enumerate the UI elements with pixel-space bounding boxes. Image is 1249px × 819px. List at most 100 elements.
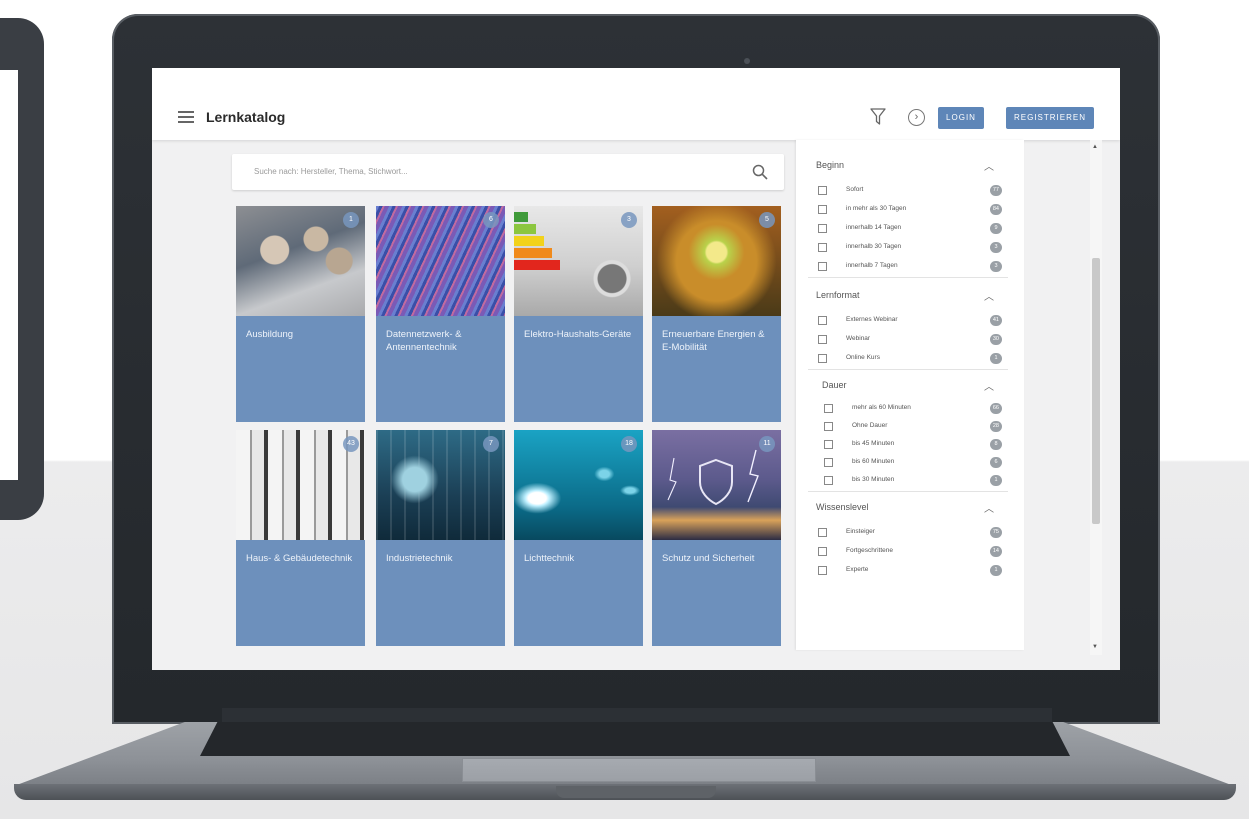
filter-option[interactable]: innerhalb 7 Tagen 3 [818, 260, 1002, 274]
count-badge: 84 [989, 204, 1002, 215]
checkbox[interactable] [824, 476, 833, 485]
register-button[interactable]: REGISTRIEREN [1006, 107, 1094, 129]
filter-option[interactable]: Fortgeschrittene 14 [818, 545, 1002, 559]
filter-option[interactable]: innerhalb 14 Tagen 9 [818, 222, 1002, 236]
count-badge: 30 [989, 334, 1002, 345]
checkbox[interactable] [824, 404, 833, 413]
tablet-device [0, 18, 44, 520]
filter-option[interactable]: in mehr als 30 Tagen 84 [818, 203, 1002, 217]
chevron-right-circle-icon[interactable]: › [908, 109, 925, 126]
filter-section-beginn-title[interactable]: Beginn [816, 160, 844, 170]
filter-option[interactable]: bis 30 Minuten 1 [824, 474, 1002, 488]
category-tile-industrietechnik[interactable]: 7 Industrietechnik [376, 430, 505, 646]
app-bar: Lernkatalog › LOGIN REGISTRIEREN [152, 68, 1120, 140]
login-button[interactable]: LOGIN [938, 107, 984, 129]
filter-option-label: bis 30 Minuten [852, 476, 895, 483]
chevron-up-icon[interactable]: ︿ [984, 288, 994, 303]
count-badge: 8 [990, 439, 1002, 450]
filter-option-label: mehr als 60 Minuten [852, 404, 911, 411]
count-badge: 1 [990, 565, 1002, 576]
filter-option[interactable]: mehr als 60 Minuten 66 [824, 402, 1002, 416]
filter-option[interactable]: bis 45 Minuten 8 [824, 438, 1002, 452]
filter-option-label: Einsteiger [846, 528, 875, 535]
filter-section-dauer-title[interactable]: Dauer [822, 380, 847, 390]
filter-option[interactable]: innerhalb 30 Tagen 3 [818, 241, 1002, 255]
count-badge: 9 [990, 223, 1002, 234]
scrollbar-thumb[interactable] [1092, 258, 1100, 524]
tile-label: Erneuerbare Energien & E-Mobilität [662, 329, 765, 353]
tile-count-badge: 7 [483, 436, 499, 452]
checkbox[interactable] [818, 528, 827, 537]
category-tile-lichttechnik[interactable]: 18 Lichttechnik [514, 430, 643, 646]
filter-icon[interactable] [870, 108, 886, 126]
filter-option-label: Sofort [846, 186, 864, 193]
checkbox[interactable] [818, 262, 827, 271]
tile-count-badge: 6 [483, 212, 499, 228]
checkbox[interactable] [818, 566, 827, 575]
checkbox[interactable] [824, 422, 833, 431]
filter-option-label: innerhalb 30 Tagen [846, 243, 902, 250]
scroll-up-arrow-icon[interactable]: ▲ [1092, 144, 1098, 150]
count-badge: 77 [989, 185, 1002, 196]
chevron-up-icon[interactable]: ︿ [984, 158, 994, 173]
filter-option[interactable]: Ohne Dauer 28 [824, 420, 1002, 434]
camera-icon [744, 58, 750, 64]
laptop-keyboard [200, 722, 1070, 756]
divider [808, 491, 1008, 492]
category-tile-schutz-sicherheit[interactable]: 11 Schutz und Sicherheit [652, 430, 781, 646]
tile-count-badge: 43 [343, 436, 359, 452]
filter-option[interactable]: Experte 1 [818, 564, 1002, 578]
page-title: Lernkatalog [206, 109, 286, 125]
count-badge: 3 [990, 261, 1002, 272]
checkbox[interactable] [818, 316, 827, 325]
checkbox[interactable] [818, 243, 827, 252]
search-icon[interactable] [752, 164, 768, 180]
filter-option-label: innerhalb 7 Tagen [846, 262, 898, 269]
filter-option-label: Ohne Dauer [852, 422, 888, 429]
tile-label: Elektro-Haushalts-Geräte [524, 329, 632, 340]
filter-option[interactable]: Einsteiger 75 [818, 526, 1002, 540]
divider [808, 369, 1008, 370]
scroll-down-arrow-icon[interactable]: ▼ [1092, 644, 1098, 650]
checkbox[interactable] [824, 440, 833, 449]
divider [808, 277, 1008, 278]
filter-option-label: bis 45 Minuten [852, 440, 895, 447]
tile-label: Haus- & Gebäudetechnik [246, 553, 353, 564]
chevron-up-icon[interactable]: ︿ [984, 378, 994, 393]
filter-option[interactable]: bis 60 Minuten 6 [824, 456, 1002, 470]
search-bar[interactable]: Suche nach: Hersteller, Thema, Stichwort… [232, 154, 784, 190]
tile-label: Lichttechnik [524, 553, 575, 564]
filter-option-label: Experte [846, 566, 869, 573]
checkbox[interactable] [824, 458, 833, 467]
laptop-screen: Lernkatalog › LOGIN REGISTRIEREN Suche n… [152, 68, 1120, 670]
search-input[interactable]: Suche nach: Hersteller, Thema, Stichwort… [254, 167, 408, 176]
category-tile-elektro-haushalt[interactable]: 3 Elektro-Haushalts-Geräte [514, 206, 643, 422]
checkbox[interactable] [818, 224, 827, 233]
checkbox[interactable] [818, 547, 827, 556]
laptop-hinge [222, 708, 1052, 722]
checkbox[interactable] [818, 354, 827, 363]
tile-count-badge: 3 [621, 212, 637, 228]
checkbox[interactable] [818, 335, 827, 344]
filter-option[interactable]: Sofort 77 [818, 184, 1002, 198]
filter-panel: Beginn ︿ Sofort 77 in mehr als 30 Tagen 84… [796, 140, 1024, 650]
category-tile-ausbildung[interactable]: 1 Ausbildung [236, 206, 365, 422]
filter-option-label: Externes Webinar [846, 316, 898, 323]
filter-option-label: Webinar [846, 335, 871, 342]
filter-option[interactable]: Webinar 30 [818, 333, 1002, 347]
filter-option-label: Fortgeschrittene [846, 547, 893, 554]
category-tile-datennetzwerk[interactable]: 6 Datennetzwerk- & Antennentechnik [376, 206, 505, 422]
filter-section-lernformat-title[interactable]: Lernformat [816, 290, 860, 300]
hamburger-menu-icon[interactable] [178, 111, 194, 123]
count-badge: 3 [990, 242, 1002, 253]
count-badge: 14 [989, 546, 1002, 557]
category-tile-haus-gebaeudetechnik[interactable]: 43 Haus- & Gebäudetechnik [236, 430, 365, 646]
chevron-up-icon[interactable]: ︿ [984, 500, 994, 515]
checkbox[interactable] [818, 205, 827, 214]
filter-section-wissenslevel-title[interactable]: Wissenslevel [816, 502, 869, 512]
filter-option[interactable]: Online Kurs 1 [818, 352, 1002, 366]
checkbox[interactable] [818, 186, 827, 195]
filter-option[interactable]: Externes Webinar 41 [818, 314, 1002, 328]
category-tile-erneuerbare-energien[interactable]: 5 Erneuerbare Energien & E-Mobilität [652, 206, 781, 422]
tile-label: Industrietechnik [386, 553, 453, 564]
